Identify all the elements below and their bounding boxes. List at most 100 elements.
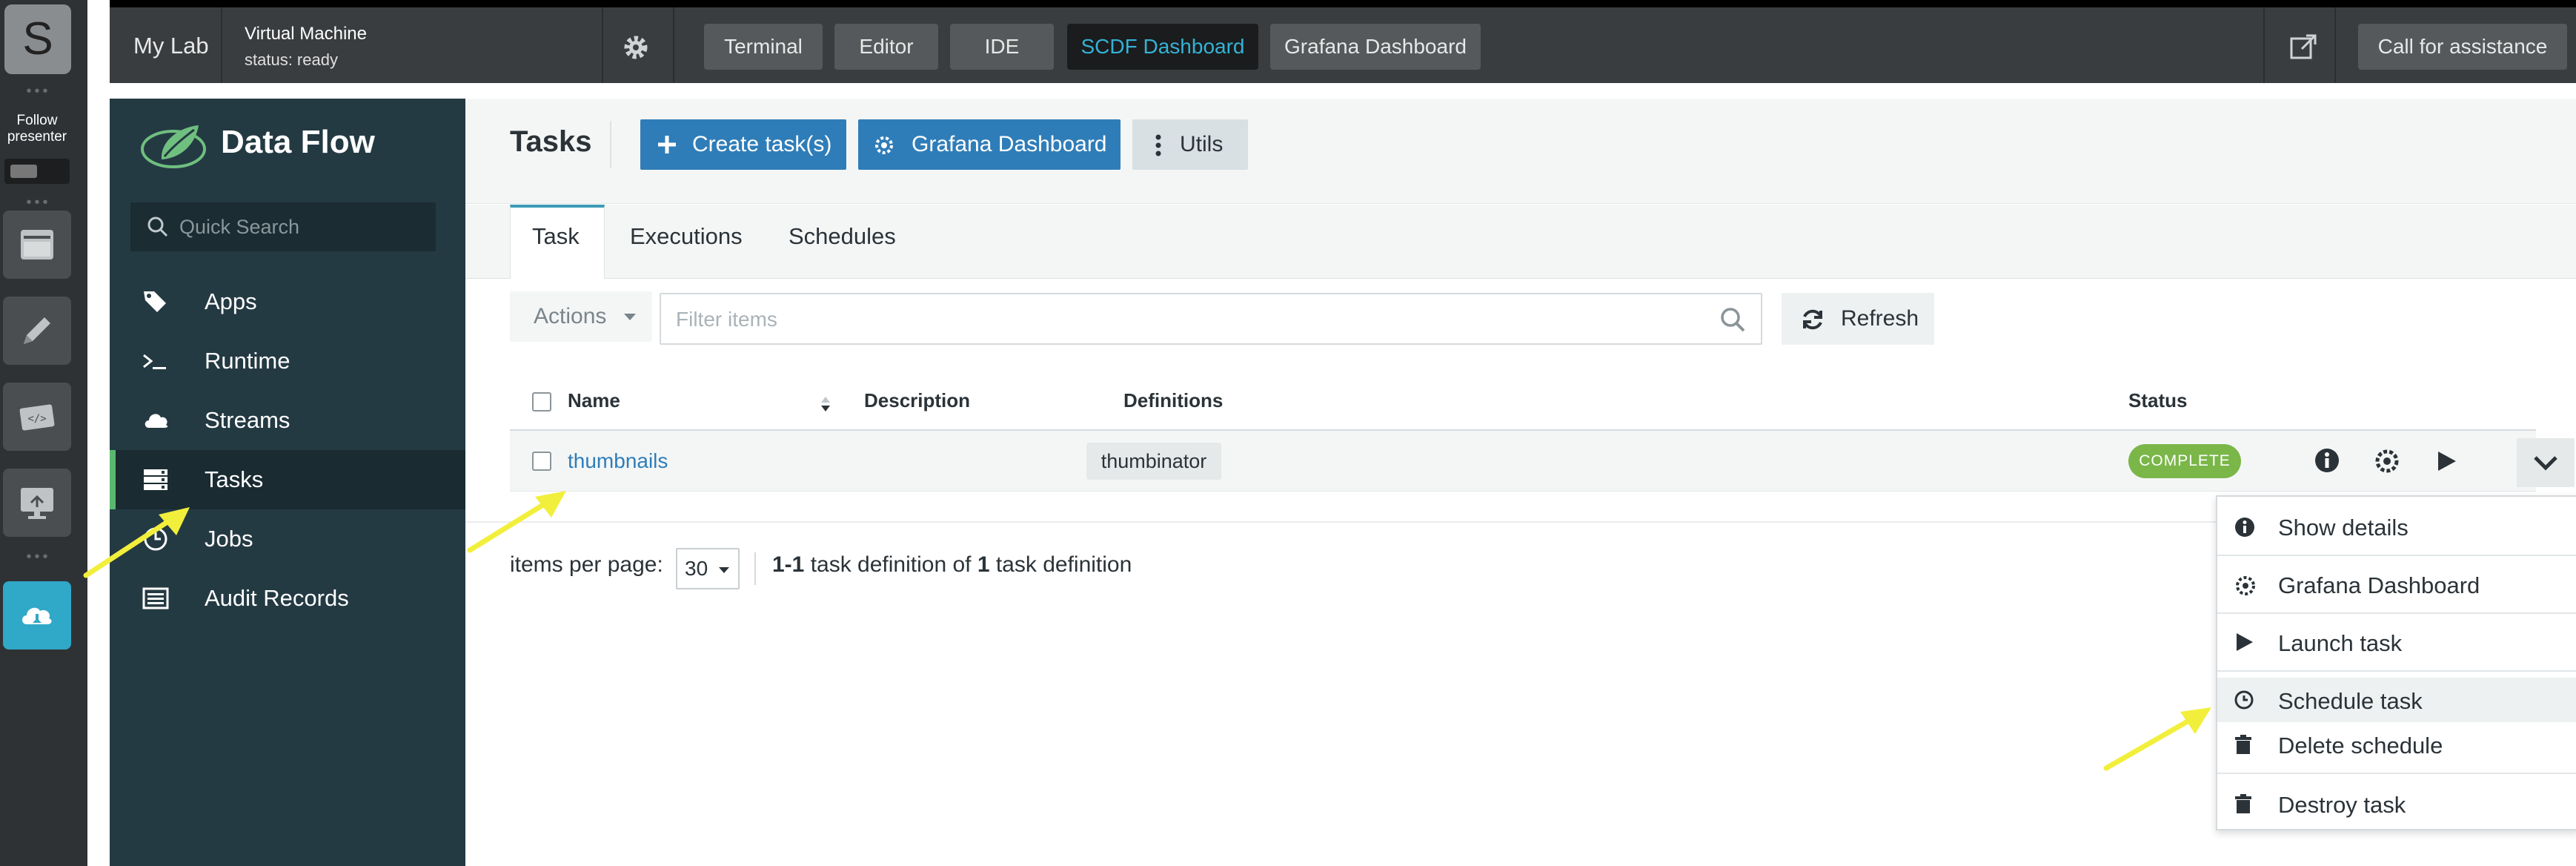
page-text: task definition of	[804, 552, 977, 577]
clock-icon	[2234, 690, 2254, 710]
menu-item-grafana-dashboard[interactable]: Grafana Dashboard	[2217, 559, 2576, 609]
tab-editor[interactable]: Editor	[834, 24, 938, 70]
dock-dots: •••	[26, 549, 51, 565]
menu-divider	[2217, 773, 2576, 774]
dock-dots: •••	[26, 194, 51, 211]
row-actions-toggle[interactable]	[2517, 438, 2575, 487]
menu-item-destroy-task[interactable]: Destroy task	[2217, 779, 2576, 829]
menu-item-schedule-task[interactable]: Schedule task	[2217, 678, 2576, 722]
menu-item-show-details[interactable]: Show details	[2217, 501, 2576, 552]
menu-item-label: Schedule task	[2278, 688, 2423, 714]
cloud-icon	[145, 414, 168, 428]
grafana-icon[interactable]	[2373, 447, 2401, 475]
pencil-icon[interactable]	[3, 297, 71, 365]
sidebar-item-streams[interactable]: Streams	[110, 391, 465, 450]
search-icon[interactable]	[1719, 306, 1746, 333]
column-header-name[interactable]: Name	[568, 389, 620, 412]
more-vertical-icon	[1155, 134, 1161, 156]
actions-dropdown[interactable]: Actions	[510, 291, 652, 342]
call-assistance-button[interactable]: Call for assistance	[2358, 24, 2567, 70]
page-title: Tasks	[510, 125, 592, 158]
info-icon[interactable]	[2314, 447, 2340, 474]
tab-executions[interactable]: Executions	[630, 223, 743, 250]
annotation-arrow	[2103, 707, 2211, 771]
sort-icon[interactable]	[820, 395, 831, 413]
info-icon	[2235, 518, 2254, 537]
column-header-description: Description	[864, 389, 971, 411]
quick-search-input[interactable]	[179, 211, 424, 242]
task-name-link[interactable]: thumbnails	[568, 449, 668, 473]
external-link-icon[interactable]	[2288, 33, 2318, 66]
window-icon[interactable]	[3, 211, 71, 279]
grafana-dashboard-button[interactable]: Grafana Dashboard	[858, 119, 1121, 170]
cloud-lab-icon[interactable]	[3, 581, 71, 650]
menu-divider	[2217, 555, 2576, 556]
tab-bar	[465, 205, 2576, 279]
app-sidebar: Data Flow Apps Runtime Streams Tasks Job…	[110, 99, 465, 866]
sidebar-item-label: Apps	[205, 288, 257, 314]
utils-button[interactable]: Utils	[1132, 119, 1248, 170]
follow-presenter-toggle[interactable]	[4, 159, 70, 184]
create-task-label: Create task(s)	[692, 132, 832, 156]
app-logo: S	[4, 4, 71, 74]
utils-label: Utils	[1180, 132, 1224, 156]
grafana-dashboard-label: Grafana Dashboard	[912, 132, 1107, 156]
sidebar-item-label: Jobs	[205, 526, 253, 552]
task-definition: thumbinator	[1086, 443, 1221, 480]
pagination-summary: 1-1 task definition of 1 task definition	[772, 552, 1132, 578]
column-header-definitions: Definitions	[1123, 389, 1224, 411]
sidebar-item-label: Streams	[205, 407, 291, 433]
dock-dots: •••	[26, 83, 51, 99]
workspace-name[interactable]: My Lab	[133, 33, 209, 59]
filter-input[interactable]	[676, 305, 1699, 334]
sidebar-item-runtime[interactable]: Runtime	[110, 331, 465, 391]
menu-item-label: Destroy task	[2278, 792, 2406, 818]
page-text: task definition	[989, 552, 1132, 577]
menu-divider	[2217, 670, 2576, 672]
filter-field[interactable]	[660, 293, 1762, 345]
status-badge: COMPLETE	[2128, 444, 2241, 478]
tab-schedules[interactable]: Schedules	[789, 223, 896, 250]
caret-down-icon	[624, 314, 636, 320]
tab-scdf-dashboard[interactable]: SCDF Dashboard	[1067, 24, 1258, 70]
code-ticket-icon[interactable]: </>	[3, 383, 71, 451]
menu-item-delete-schedule[interactable]: Delete schedule	[2217, 722, 2576, 767]
menu-item-label: Delete schedule	[2278, 733, 2443, 758]
quick-search[interactable]	[130, 202, 436, 251]
menu-item-launch-task[interactable]: Launch task	[2217, 617, 2576, 667]
menu-divider	[2217, 612, 2576, 614]
sidebar-item-tasks[interactable]: Tasks	[110, 450, 465, 509]
caret-down-icon	[719, 567, 729, 573]
data-flow-logo-icon	[139, 118, 208, 175]
trash-icon	[2235, 735, 2251, 754]
create-task-button[interactable]: Create task(s)	[640, 119, 846, 170]
divider	[754, 552, 756, 585]
items-per-page-value: 30	[685, 557, 708, 580]
items-per-page-select[interactable]: 30	[676, 548, 740, 589]
follow-presenter-label: Follow presenter	[7, 113, 67, 145]
tab-grafana-dashboard[interactable]: Grafana Dashboard	[1270, 24, 1481, 70]
menu-item-label: Launch task	[2278, 630, 2403, 656]
divider	[2334, 7, 2336, 83]
sidebar-item-apps[interactable]: Apps	[110, 272, 465, 331]
play-icon[interactable]	[2435, 450, 2457, 472]
tab-ide[interactable]: IDE	[950, 24, 1054, 70]
grafana-icon	[875, 136, 893, 154]
tab-task[interactable]: Task	[532, 223, 580, 250]
annotation-arrow	[83, 507, 190, 578]
divider	[673, 7, 674, 83]
row-checkbox[interactable]	[532, 452, 551, 471]
brand-title: Data Flow	[221, 124, 375, 160]
screen-share-icon[interactable]	[3, 469, 71, 537]
gear-icon[interactable]	[621, 33, 651, 66]
tab-terminal[interactable]: Terminal	[704, 24, 823, 70]
page-header: Tasks Create task(s) Grafana Dashboard U…	[465, 99, 2576, 204]
refresh-label: Refresh	[1841, 306, 1919, 331]
play-icon	[2237, 633, 2253, 651]
page-total: 1	[977, 552, 990, 577]
refresh-button[interactable]: Refresh	[1782, 293, 1934, 345]
actions-label: Actions	[534, 304, 607, 328]
divider	[602, 7, 603, 83]
grafana-icon	[2236, 576, 2255, 595]
select-all-checkbox[interactable]	[532, 392, 551, 411]
